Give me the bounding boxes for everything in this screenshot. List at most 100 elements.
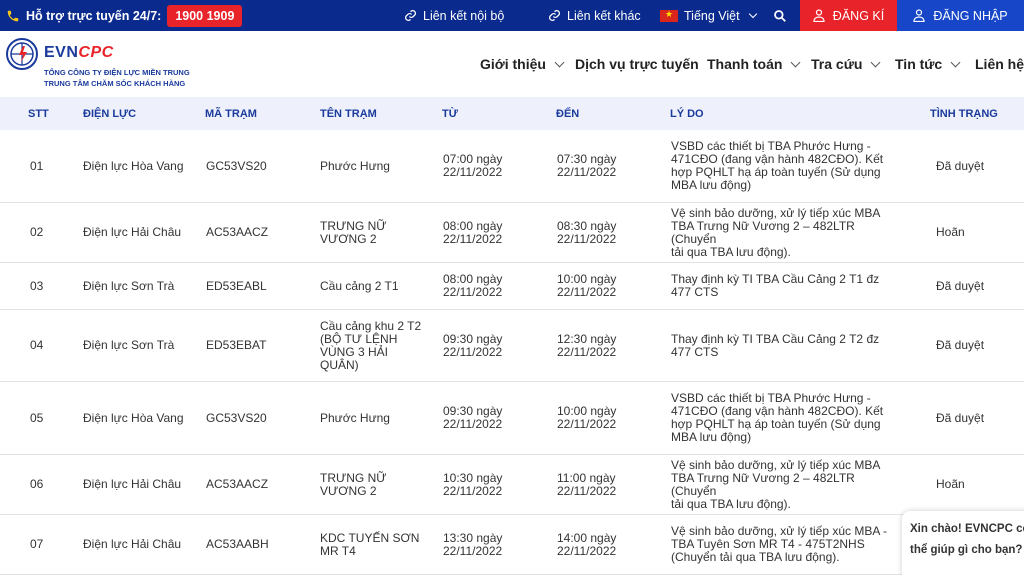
- table-row: 02 Điện lực Hải Châu AC53AACZ TRƯNG NỮ VƯƠNG…: [0, 203, 1024, 263]
- internal-links-link[interactable]: Liên kết nội bộ: [404, 0, 504, 31]
- cell-line: (Chuyển tải qua TBA lưu động).: [671, 550, 840, 564]
- cell-ly-do: VSBD các thiết bị TBA Phước Hưng -471CĐO…: [671, 130, 896, 202]
- cell-tinh-trang: Đã duyệt: [936, 410, 985, 425]
- user-icon: [813, 9, 825, 22]
- cell-line: tải qua TBA lưu động).: [671, 244, 791, 259]
- search-icon: [774, 9, 786, 22]
- cell-tinh-trang: Đã duyệt: [936, 158, 985, 173]
- nav-tra-cuu[interactable]: Tra cứu: [811, 55, 881, 73]
- brand-company-name: TỔNG CÔNG TY ĐIỆN LỰC MIỀN TRUNG: [44, 68, 190, 77]
- login-button[interactable]: ĐĂNG NHẬP: [897, 0, 1024, 31]
- cell-den: 10:00 ngày 22/11/2022: [557, 382, 662, 454]
- cell-ly-do: Vệ sinh bảo dưỡng, xử lý tiếp xúc MBA -T…: [671, 515, 896, 574]
- cell-line: 22/11/2022: [557, 231, 617, 246]
- cell-ma-tram: ED53EBAT: [206, 338, 267, 352]
- nav-thanh-toan[interactable]: Thanh toán: [707, 55, 801, 73]
- cell-line: 13:30 ngày: [443, 530, 503, 545]
- cell-ly-do: Thay định kỳ TI TBA Cầu Cảng 2 T1 đz 477 …: [671, 263, 896, 309]
- cell-line: tải qua TBA lưu động).: [671, 496, 791, 511]
- cell-tu: 13:30 ngày 22/11/2022: [443, 515, 548, 574]
- cell-ly-do: Vệ sinh bảo dưỡng, xử lý tiếp xúc MBA TBA…: [671, 203, 896, 262]
- cell-tinh-trang: Đã duyệt: [936, 338, 985, 352]
- cell-stt: 06: [30, 477, 44, 491]
- cell-line: 08:30 ngày: [557, 218, 617, 233]
- cell-line: 08:00 ngày: [443, 218, 503, 233]
- nav-gioi-thieu[interactable]: Giới thiệu: [480, 55, 565, 73]
- nav-lien-he[interactable]: Liên hệ: [975, 55, 1024, 73]
- cell-den: 07:30 ngày 22/11/2022: [557, 130, 662, 202]
- internal-links-label: Liên kết nội bộ: [423, 8, 505, 23]
- cell-tu: 08:00 ngày 22/11/2022: [443, 263, 548, 309]
- cell-line: 14:00 ngày: [557, 530, 617, 545]
- cell-ten-tram: KDC TUYẾN SƠN MR T4: [320, 515, 435, 574]
- user-icon: [913, 9, 925, 22]
- chevron-down-icon: [790, 57, 801, 67]
- cell-den: 14:00 ngày 22/11/2022: [557, 515, 662, 574]
- chevron-down-icon: [870, 57, 881, 67]
- cell-den: 11:00 ngày 22/11/2022: [557, 455, 662, 514]
- cell-dien-luc: Điện lực Hải Châu: [83, 477, 182, 491]
- cell-line: QUÂN): [320, 357, 359, 372]
- nav-label: Liên hệ: [975, 56, 1024, 72]
- cell-ten-tram: Phước Hưng: [320, 130, 435, 202]
- chevron-down-icon: [748, 9, 757, 18]
- cell-stt: 02: [30, 225, 44, 239]
- chat-greeting-bubble[interactable]: Xin chào! EVNCPC có thể giúp gì cho bạn?: [902, 511, 1024, 575]
- language-selector[interactable]: Tiếng Việt: [660, 0, 757, 31]
- cell-ma-tram: AC53AABH: [206, 537, 269, 551]
- cell-ly-do: Thay định kỳ TI TBA Cầu Cảng 2 T2 đz 477 …: [671, 310, 896, 381]
- cell-line: TRƯNG NỮ: [320, 470, 387, 485]
- table-row: 01 Điện lực Hòa Vang GC53VS20 Phước Hưng 07:…: [0, 130, 1024, 203]
- brand-part-a: EVN: [44, 44, 79, 61]
- hotline-button[interactable]: 1900 1909: [167, 4, 243, 27]
- nav-dich-vu-truc-tuyen[interactable]: Dịch vụ trực tuyến: [575, 55, 699, 73]
- cell-line: Phước Hưng: [320, 158, 390, 173]
- cell-line: 22/11/2022: [443, 285, 503, 299]
- cell-tinh-trang: Đã duyệt: [936, 278, 985, 293]
- cell-tu: 10:30 ngày 22/11/2022: [443, 455, 548, 514]
- cell-ma-tram: AC53AACZ: [206, 477, 269, 491]
- cell-line: TBA Trưng Nữ Vương 2 – 482LTR (Chuyển: [671, 218, 855, 246]
- link-icon: [405, 10, 416, 21]
- nav-label: Tin tức: [895, 56, 943, 72]
- register-button[interactable]: ĐĂNG KÍ: [800, 0, 897, 31]
- cell-line: 22/11/2022: [443, 231, 503, 246]
- cell-dien-luc: Điện lực Hòa Vang: [83, 158, 184, 173]
- cell-ten-tram: Cầu cảng 2 T1: [320, 263, 435, 309]
- table-row: 03 Điện lực Sơn Trà ED53EABL Cầu cảng 2 T1 0…: [0, 263, 1024, 310]
- cell-line: Cầu cảng 2 T1: [320, 278, 399, 293]
- cell-tu: 07:00 ngày 22/11/2022: [443, 130, 548, 202]
- nav-label: Tra cứu: [811, 56, 863, 72]
- evncpc-logo-icon[interactable]: [6, 38, 38, 70]
- cell-dien-luc: Điện lực Hải Châu: [83, 537, 182, 551]
- cell-ly-do: Vệ sinh bảo dưỡng, xử lý tiếp xúc MBA TBA…: [671, 455, 896, 514]
- nav-label: Thanh toán: [707, 56, 783, 72]
- cell-dien-luc: Điện lực Sơn Trà: [83, 338, 175, 352]
- cell-line: TBA Trưng Nữ Vương 2 – 482LTR (Chuyển: [671, 470, 855, 498]
- column-header: TÊN TRẠM: [320, 108, 377, 120]
- cell-ma-tram: GC53VS20: [206, 158, 267, 173]
- top-bar: Hỗ trợ trực tuyến 24/7: 1900 1909 Liên k…: [0, 0, 1024, 31]
- cell-line: Thay định kỳ TI TBA Cầu Cảng 2 T2 đz: [671, 331, 880, 346]
- cell-line: Phước Hưng: [320, 410, 390, 425]
- cell-ma-tram: GC53VS20: [206, 410, 267, 425]
- support-label: Hỗ trợ trực tuyến 24/7:: [26, 8, 162, 23]
- cell-line: 22/11/2022: [557, 285, 617, 299]
- cell-line: VÙNG 3 HẢI: [320, 344, 389, 359]
- cell-tinh-trang: Hoãn: [936, 225, 965, 239]
- chat-line: thể giúp gì cho bạn?: [910, 544, 1023, 556]
- column-header: ĐẾN: [556, 108, 580, 120]
- other-links-link[interactable]: Liên kết khác: [548, 0, 641, 31]
- cell-line: 09:30 ngày: [443, 331, 503, 346]
- cell-stt: 05: [30, 410, 44, 425]
- brand-name[interactable]: EVNCPC: [44, 44, 114, 62]
- cell-line: 22/11/2022: [443, 417, 503, 431]
- cell-line: 22/11/2022: [557, 543, 617, 558]
- table-row: 06 Điện lực Hải Châu AC53AACZ TRƯNG NỮ VƯƠNG…: [0, 455, 1024, 515]
- cell-line: 22/11/2022: [557, 417, 617, 431]
- table-row: 05 Điện lực Hòa Vang GC53VS20 Phước Hưng 09:…: [0, 382, 1024, 455]
- search-button[interactable]: [773, 0, 787, 31]
- column-header: TỪ: [442, 108, 458, 120]
- table-row: 04 Điện lực Sơn Trà ED53EBAT Cầu cảng khu 2…: [0, 310, 1024, 382]
- nav-tin-tuc[interactable]: Tin tức: [895, 55, 961, 73]
